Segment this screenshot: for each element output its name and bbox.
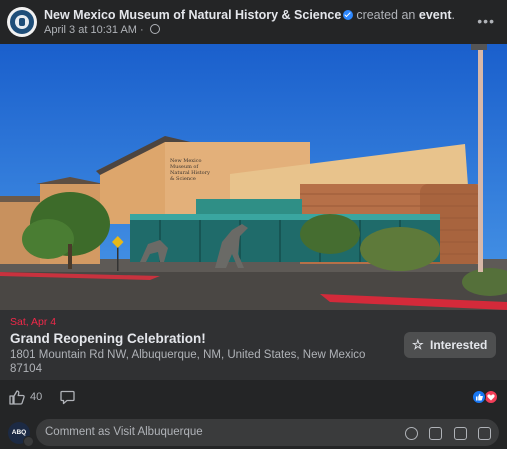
gif-icon[interactable] — [453, 427, 467, 441]
meta-separator: · — [140, 24, 144, 36]
event-address: 1801 Mountain Rd NW, Albuquerque, NM, Un… — [10, 349, 366, 375]
post-meta: April 3 at 10:31 AM · — [44, 24, 160, 36]
camera-icon[interactable] — [429, 427, 443, 441]
interested-button[interactable]: ☆ Interested — [404, 332, 496, 358]
post-header: New Mexico Museum of Natural History & S… — [0, 0, 507, 44]
more-options-button[interactable]: ••• — [477, 13, 495, 29]
post-actions: 40 — [0, 380, 507, 416]
comment-tools — [398, 425, 491, 443]
event-cover-photo[interactable]: New Mexico Museum of Natural History & S… — [0, 44, 507, 310]
reaction-summary[interactable] — [471, 390, 499, 404]
chevron-down-icon[interactable] — [23, 436, 34, 447]
interested-label: Interested — [430, 338, 488, 352]
event-title[interactable]: Grand Reopening Celebration! — [10, 331, 206, 346]
building-sign-line: & Science — [170, 176, 196, 182]
comment-composer: ABQ Comment as Visit Albuquerque — [0, 416, 507, 449]
verified-badge-icon — [343, 10, 354, 20]
like-count[interactable]: 40 — [30, 391, 42, 403]
comment-icon[interactable] — [60, 390, 75, 405]
event-link[interactable]: event — [419, 8, 452, 22]
page-name-link[interactable]: New Mexico Museum of Natural History & S… — [44, 8, 341, 22]
comment-input[interactable]: Comment as Visit Albuquerque — [36, 419, 499, 446]
page-avatar[interactable] — [7, 7, 37, 37]
globe-icon — [149, 24, 160, 34]
event-date: Sat, Apr 4 — [10, 316, 57, 328]
post-timestamp[interactable]: April 3 at 10:31 AM — [44, 24, 137, 36]
post-title-line: New Mexico Museum of Natural History & S… — [44, 8, 455, 23]
action-prefix: created an — [356, 8, 416, 22]
comment-placeholder: Comment as Visit Albuquerque — [45, 426, 203, 438]
emoji-icon[interactable] — [404, 427, 418, 441]
action-suffix: . — [451, 8, 456, 22]
star-icon: ☆ — [412, 337, 424, 352]
sticker-icon[interactable] — [478, 427, 491, 441]
thumbs-up-icon[interactable] — [9, 390, 25, 405]
